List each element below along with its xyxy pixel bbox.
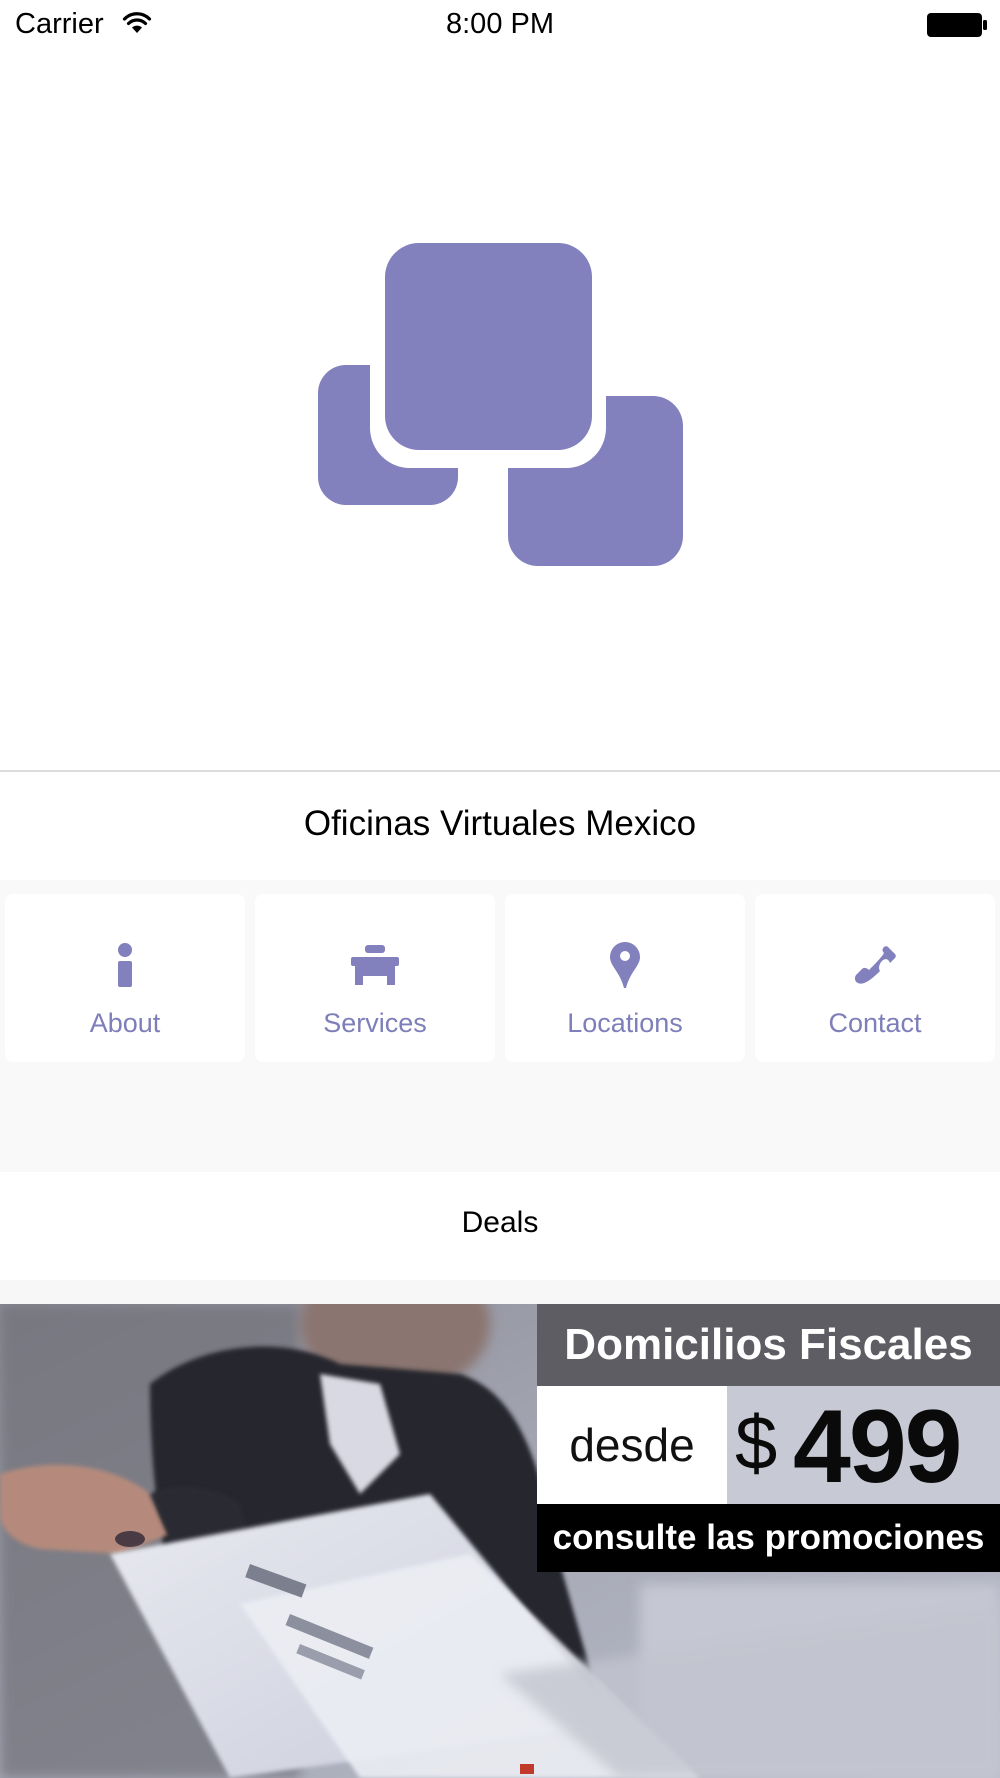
promo-price-box: $ 499 <box>727 1386 1000 1505</box>
menu-item-services[interactable]: Services <box>255 894 495 1062</box>
promo-overlay: Domicilios Fiscales desde $ 499 consulte… <box>537 1304 1000 1572</box>
desk-icon <box>351 945 399 985</box>
app-title: Oficinas Virtuales Mexico <box>303 804 697 843</box>
promo-currency: $ <box>735 1401 778 1486</box>
status-time: 8:00 PM <box>446 8 554 40</box>
menu-item-label: About <box>89 1008 161 1038</box>
promo-heading: Domicilios Fiscales <box>537 1304 1000 1386</box>
menu-item-about[interactable]: About <box>5 894 245 1062</box>
status-bar: Carrier 8:00 PM <box>0 0 1000 52</box>
deals-title: Deals <box>461 1206 539 1239</box>
deal-banner[interactable]: Domicilios Fiscales desde $ 499 consulte… <box>0 1304 1000 1778</box>
menu-item-label: Contact <box>828 1008 922 1038</box>
hero-divider <box>0 770 1000 772</box>
menu-item-label: Locations <box>567 1008 683 1038</box>
promo-cta: consulte las promociones <box>537 1504 1000 1572</box>
battery-icon <box>927 13 987 37</box>
promo-price: 499 <box>793 1389 963 1505</box>
phone-icon <box>854 946 896 984</box>
menu-item-label: Services <box>323 1008 427 1038</box>
info-icon <box>118 943 132 987</box>
promo-from-label: desde <box>537 1386 727 1504</box>
app-logo-icon <box>318 243 683 566</box>
menu-item-locations[interactable]: Locations <box>505 894 745 1062</box>
menu-item-contact[interactable]: Contact <box>755 894 995 1062</box>
deals-gap <box>0 1280 1000 1304</box>
deals-section-header: Deals <box>0 1172 1000 1280</box>
map-pin-icon <box>610 942 640 988</box>
menu-grid: About Services Locations Contact <box>0 880 1000 1172</box>
app-screen: Carrier 8:00 PM Oficinas Virtuales Mexic… <box>0 0 1000 1778</box>
